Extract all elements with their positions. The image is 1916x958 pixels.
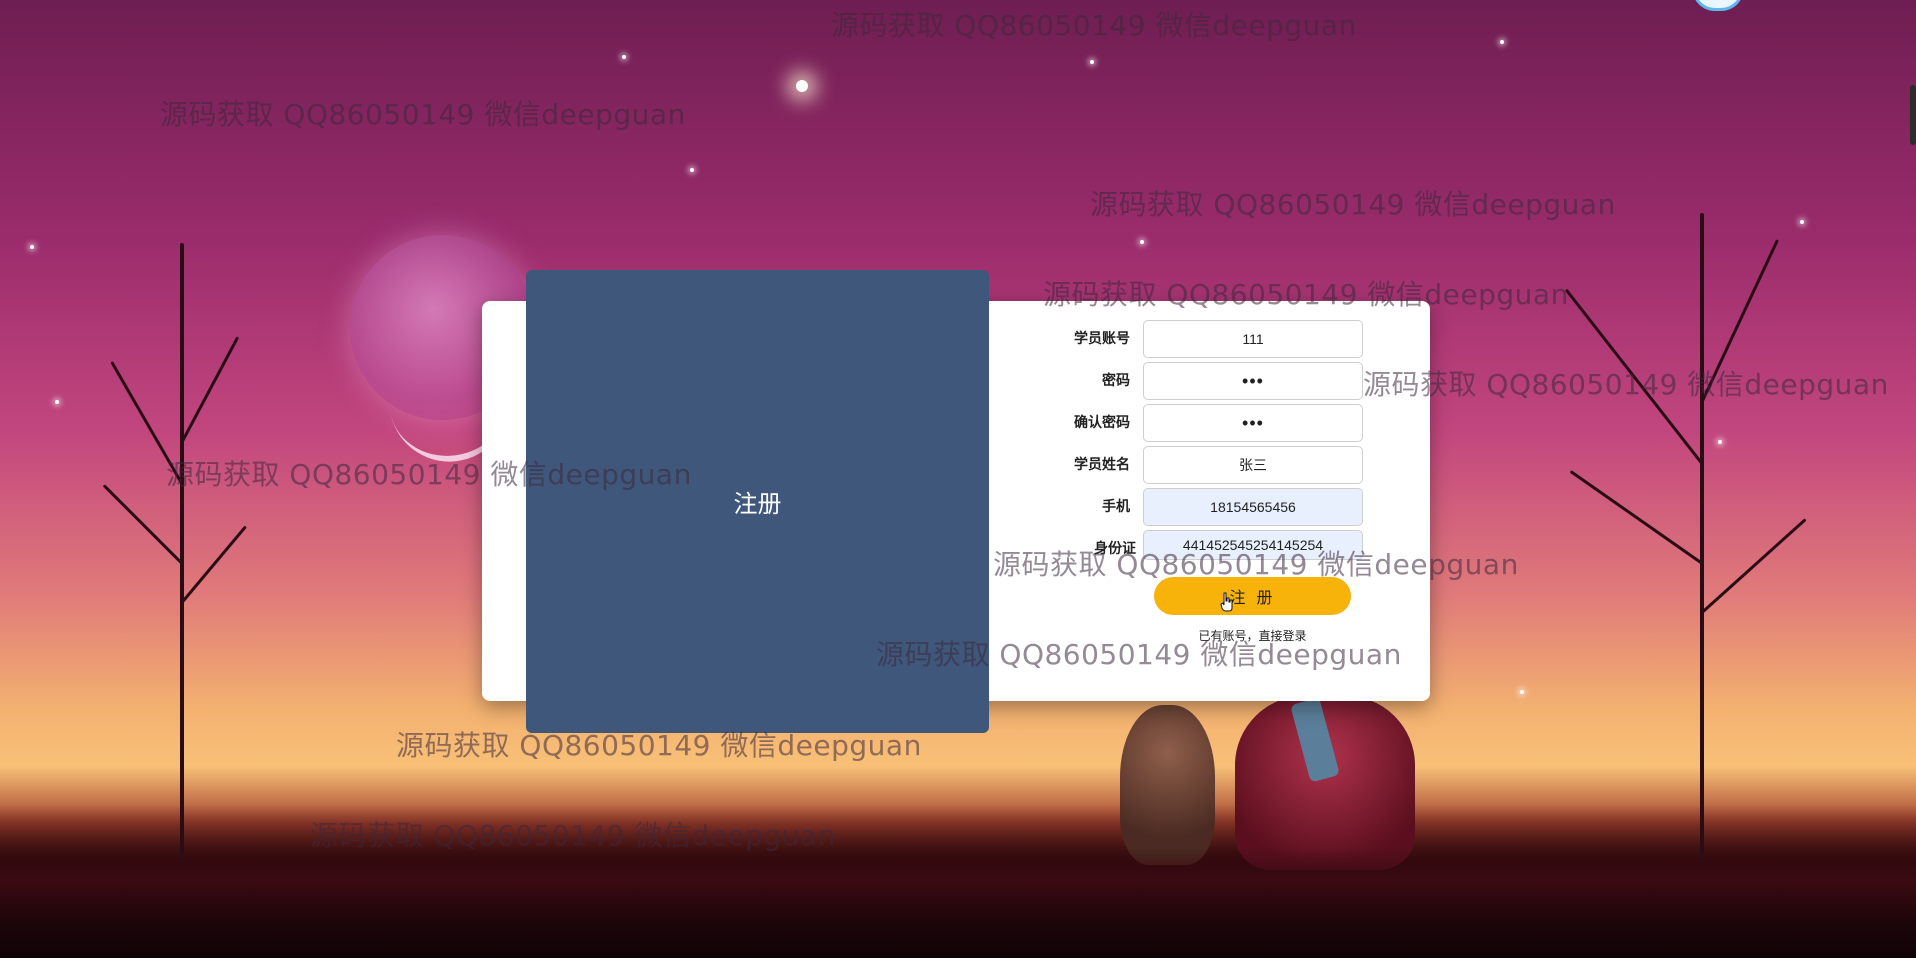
- star: [1520, 690, 1524, 694]
- phone-label: 手机: [1102, 499, 1130, 515]
- star: [30, 245, 34, 249]
- confirm-password-label: 确认密码: [1074, 415, 1130, 431]
- confirm-password-row: 确认密码 •••: [1040, 404, 1370, 446]
- bright-star: [796, 80, 808, 92]
- name-input[interactable]: 张三: [1143, 446, 1363, 484]
- id-card-input[interactable]: 441452545254145254: [1143, 530, 1363, 560]
- login-link[interactable]: 已有账号，直接登录: [1154, 627, 1351, 644]
- id-card-row: 身份证 441452545254145254: [1040, 530, 1370, 572]
- register-button[interactable]: 注 册: [1154, 577, 1351, 615]
- register-form: 学员账号 111 密码 ••• 确认密码 ••• 学员姓名 张三 手机 1815…: [1040, 320, 1370, 572]
- star: [55, 400, 59, 404]
- star: [1500, 40, 1504, 44]
- account-input[interactable]: 111: [1143, 320, 1363, 358]
- left-tree: [102, 243, 247, 863]
- cat-silhouette: [1120, 705, 1215, 865]
- overlay-title: 注册: [733, 491, 782, 518]
- name-row: 学员姓名 张三: [1040, 446, 1370, 488]
- star: [1140, 240, 1144, 244]
- register-panel-overlay: 注册: [526, 270, 989, 733]
- password-label: 密码: [1102, 373, 1130, 389]
- star: [690, 168, 694, 172]
- star: [1800, 220, 1804, 224]
- confirm-password-input[interactable]: •••: [1143, 404, 1363, 442]
- right-tree: [1564, 213, 1807, 863]
- password-input[interactable]: •••: [1143, 362, 1363, 400]
- password-row: 密码 •••: [1040, 362, 1370, 404]
- id-card-label: 身份证: [1094, 541, 1136, 557]
- account-row: 学员账号 111: [1040, 320, 1370, 362]
- register-button-label: 注 册: [1229, 588, 1276, 607]
- star: [1090, 60, 1094, 64]
- phone-input[interactable]: 18154565456: [1143, 488, 1363, 526]
- star: [1718, 440, 1722, 444]
- star: [622, 55, 626, 59]
- scrollbar[interactable]: [1910, 85, 1916, 145]
- name-label: 学员姓名: [1074, 457, 1130, 473]
- phone-row: 手机 18154565456: [1040, 488, 1370, 530]
- account-label: 学员账号: [1074, 331, 1130, 347]
- hand-cursor-icon: [1220, 592, 1233, 612]
- grass-field: [0, 848, 1916, 958]
